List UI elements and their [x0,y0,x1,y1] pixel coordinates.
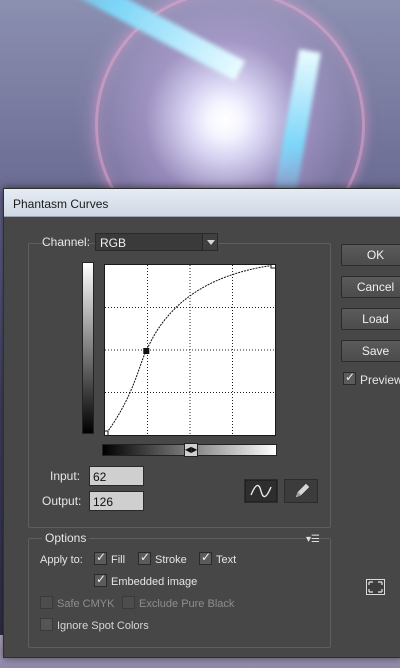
output-field[interactable]: 126 [89,491,144,511]
curve-tool-button[interactable] [244,479,278,503]
exclude-pure-black-label: Exclude Pure Black [139,598,235,610]
curve-graph-svg [105,265,275,435]
curve-control-point [143,348,150,354]
channel-select-value: RGB [100,236,127,250]
apply-to-label: Apply to: [40,554,83,566]
fill-checkbox[interactable] [94,550,107,565]
text-label: Text [216,554,237,566]
text-checkbox[interactable] [199,550,212,565]
channel-select[interactable]: RGB [95,233,218,251]
expand-icon[interactable] [366,579,385,595]
channel-label: Channel: [42,235,91,249]
options-title: Options [42,531,90,545]
preview-label: Preview [360,373,400,387]
preview-checkbox[interactable] [343,370,356,385]
output-field-value: 126 [93,495,114,509]
load-button[interactable]: Load [341,308,400,330]
input-field[interactable]: 62 [89,466,144,486]
curve-endpoint-black [105,430,109,435]
curve-icon [250,484,272,498]
dialog-titlebar[interactable]: Phantasm Curves [4,189,400,217]
embedded-image-label: Embedded image [111,576,198,588]
ok-button[interactable]: OK [341,244,400,266]
panel-menu-icon[interactable]: ▾☰ [306,534,320,545]
fill-label: Fill [111,554,126,566]
output-gradient-bar [82,262,94,434]
exclude-pure-black-checkbox[interactable] [122,596,135,609]
chevron-down-icon [202,234,217,250]
dialog-title: Phantasm Curves [13,197,109,211]
input-field-value: 62 [93,470,107,484]
expand-icon-glyph [368,581,383,593]
safe-cmyk-checkbox[interactable] [40,596,53,609]
stroke-checkbox[interactable] [138,550,151,565]
curve-endpoint-white [270,265,275,269]
cancel-button[interactable]: Cancel [341,276,400,298]
ignore-spot-colors-checkbox[interactable] [40,618,53,631]
save-button[interactable]: Save [341,340,400,362]
ignore-spot-colors-label: Ignore Spot Colors [57,620,149,632]
output-label: Output: [42,494,82,508]
embedded-image-checkbox[interactable] [94,572,107,587]
stroke-label: Stroke [155,554,187,566]
pencil-tool-button[interactable] [284,479,318,503]
phantasm-curves-dialog: Phantasm Curves Channel: RGB ◀▶ Input: 6… [3,188,400,658]
curve-graph[interactable] [104,264,276,436]
input-label: Input: [50,469,81,483]
pencil-icon [295,483,310,498]
safe-cmyk-label: Safe CMYK [57,598,115,610]
input-gradient-bar: ◀▶ [102,443,277,457]
gradient-handle-icon[interactable]: ◀▶ [184,443,198,457]
